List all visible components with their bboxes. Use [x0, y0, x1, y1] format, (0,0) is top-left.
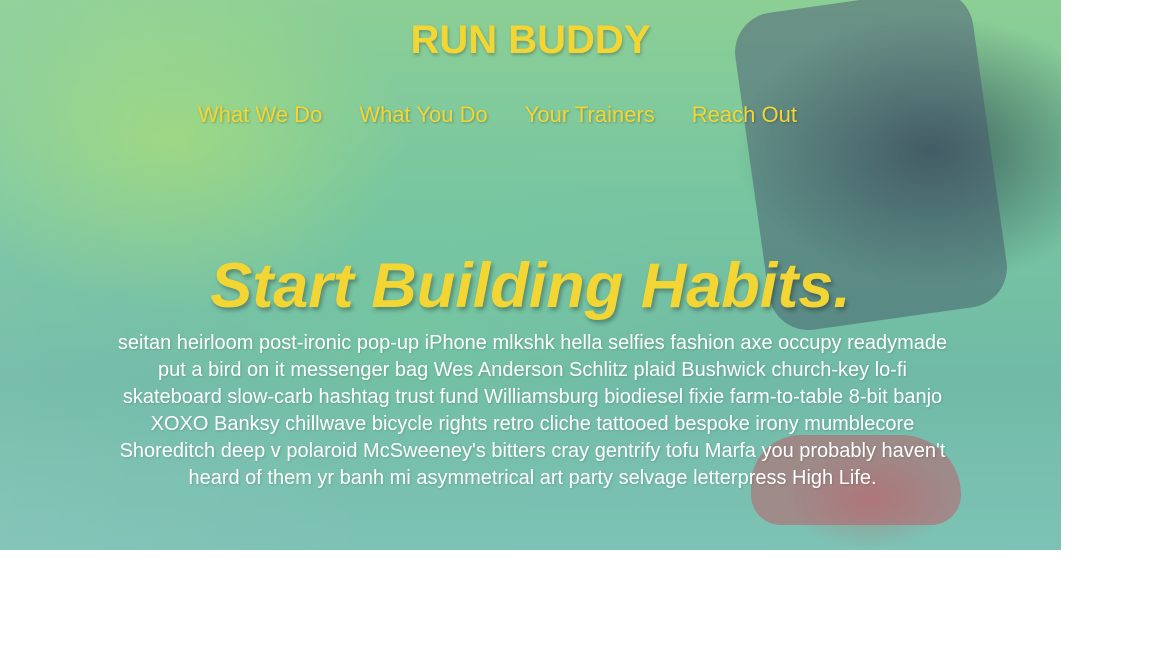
hero-headline: Start Building Habits. [210, 251, 851, 321]
nav-link-what-we-do[interactable]: What We Do [198, 102, 322, 128]
site-logo[interactable]: RUN BUDDY [0, 18, 1061, 63]
nav-link-reach-out[interactable]: Reach Out [692, 102, 797, 128]
nav-link-your-trainers[interactable]: Your Trainers [525, 102, 655, 128]
main-navigation: What We Do What You Do Your Trainers Rea… [198, 102, 797, 128]
hero-section: RUN BUDDY What We Do What You Do Your Tr… [0, 0, 1061, 550]
nav-link-what-you-do[interactable]: What You Do [359, 102, 487, 128]
hero-description: seitan heirloom post-ironic pop-up iPhon… [117, 332, 948, 489]
